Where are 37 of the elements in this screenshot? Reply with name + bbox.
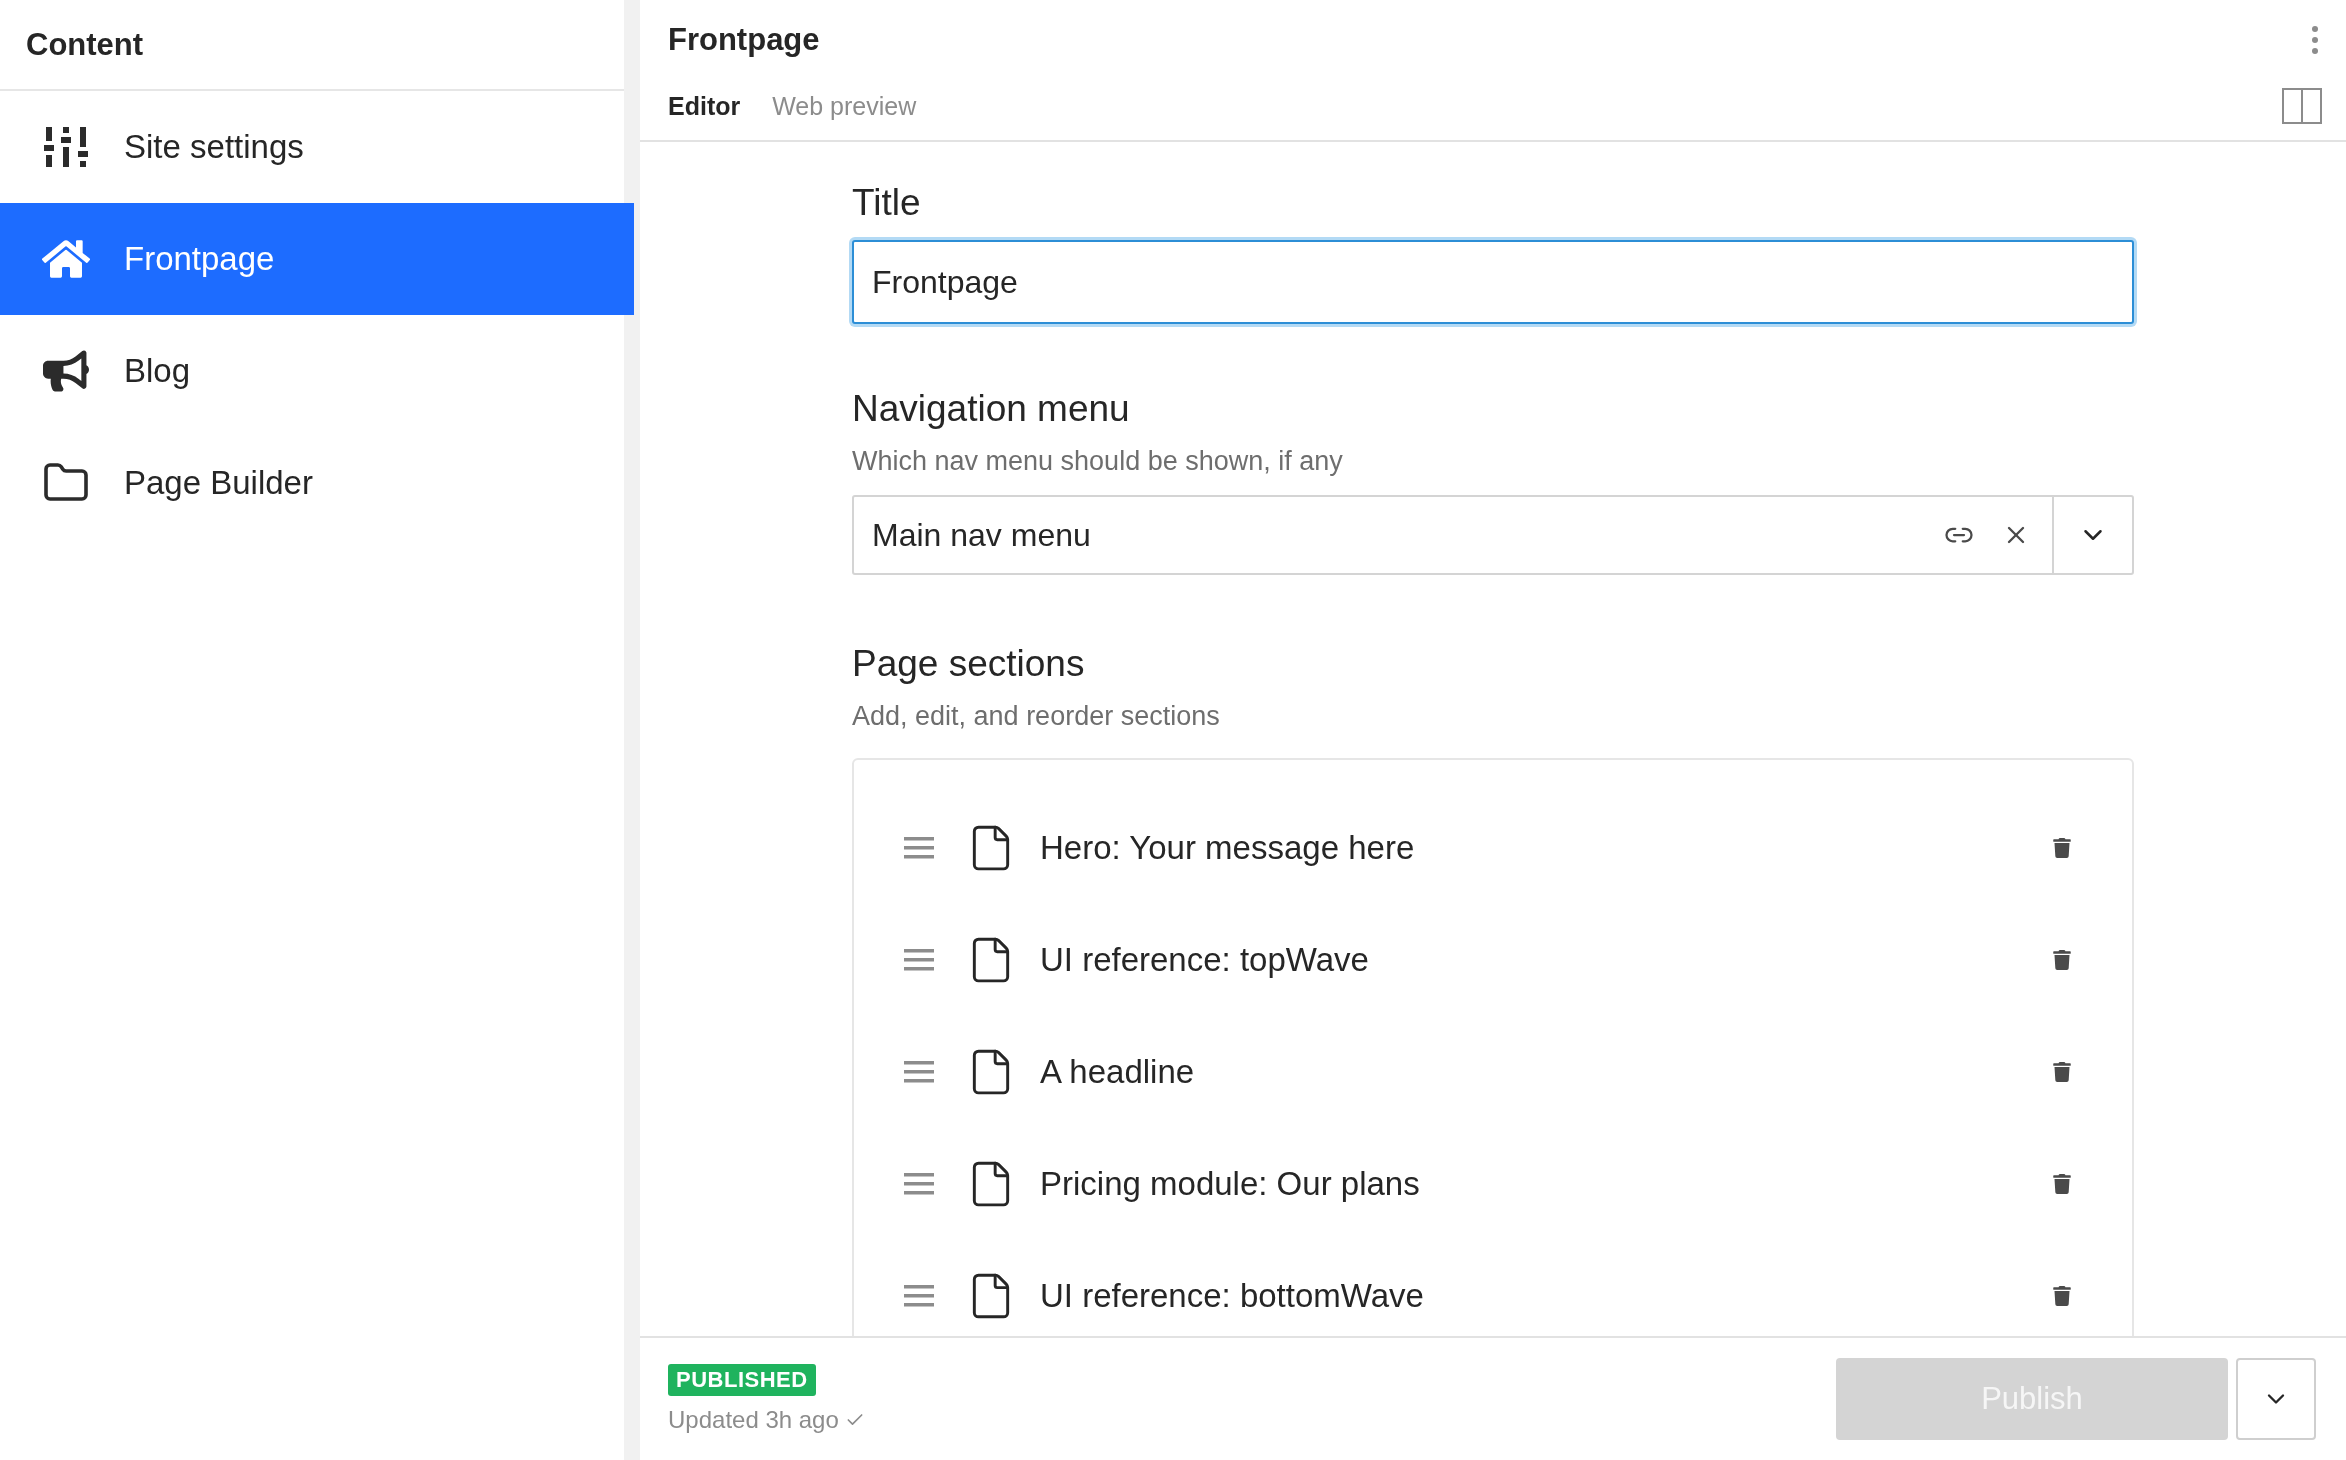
drag-handle-icon[interactable]	[904, 1172, 934, 1196]
delete-icon[interactable]	[2052, 1174, 2072, 1194]
reference-field[interactable]: Main nav menu	[852, 495, 2134, 575]
sidebar-item[interactable]: Page Builder	[0, 427, 624, 539]
section-title[interactable]: UI reference: bottomWave	[1040, 1277, 2052, 1315]
section-title[interactable]: Hero: Your message here	[1040, 829, 2052, 867]
tab[interactable]: Editor	[668, 91, 741, 121]
drag-handle-icon[interactable]	[904, 948, 934, 972]
reference-value: Main nav menu	[871, 516, 1092, 554]
field-label: Page sections	[852, 643, 1086, 685]
document-title: Frontpage	[668, 22, 820, 58]
title-input[interactable]: Frontpage	[852, 240, 2134, 324]
more-icon	[2312, 26, 2318, 54]
section-title[interactable]: A headline	[1040, 1053, 2052, 1091]
drag-handle-icon[interactable]	[904, 836, 934, 860]
delete-icon[interactable]	[2052, 950, 2072, 970]
field-description: Which nav menu should be shown, if any	[852, 446, 1344, 477]
drag-handle-icon[interactable]	[904, 1284, 934, 1308]
section-title[interactable]: Pricing module: Our plans	[1040, 1165, 2052, 1203]
sidebar-item[interactable]: Site settings	[0, 91, 624, 203]
status-badge: PUBLISHED	[668, 1364, 816, 1396]
delete-icon[interactable]	[2052, 1286, 2072, 1306]
more-menu-button[interactable]	[2312, 26, 2318, 54]
updated-text: Updated 3h ago	[668, 1406, 839, 1434]
megaphone-icon	[43, 348, 89, 394]
delete-icon[interactable]	[2052, 838, 2072, 858]
section-title[interactable]: UI reference: topWave	[1040, 941, 2052, 979]
field-description: Add, edit, and reorder sections	[852, 701, 1221, 732]
sidebar-item[interactable]: Frontpage	[0, 203, 634, 315]
sliders-icon	[44, 127, 88, 167]
field-label: Title	[852, 182, 922, 224]
sidebar-item[interactable]: Blog	[0, 315, 624, 427]
drag-handle-icon[interactable]	[904, 1060, 934, 1084]
delete-icon[interactable]	[2052, 1062, 2072, 1082]
sidebar-title: Content	[26, 26, 144, 63]
split-pane-button[interactable]	[2282, 88, 2322, 124]
field-label: Navigation menu	[852, 388, 1131, 430]
